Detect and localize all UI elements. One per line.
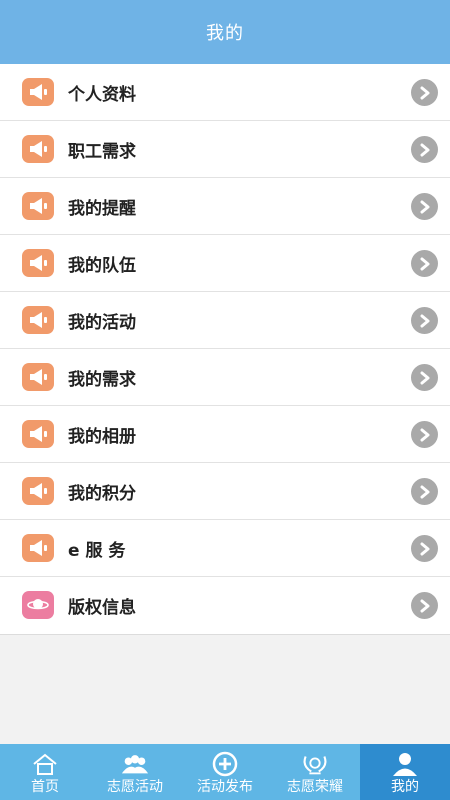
megaphone-icon [22,192,54,220]
bottom-tab-bar: 首页 志愿活动 活动发布 志愿荣耀 我的 [0,744,450,800]
megaphone-icon [22,249,54,277]
plus-circle-icon [210,751,240,777]
megaphone-icon [22,363,54,391]
laurel-icon [300,751,330,777]
tab-mine[interactable]: 我的 [360,744,450,800]
chevron-right-icon [411,307,438,334]
menu-item-label: e 服 务 [68,540,126,561]
crowd-icon [120,751,150,777]
chevron-right-icon [411,478,438,505]
page-title: 我的 [206,23,244,44]
menu-item-label: 职工需求 [68,141,136,162]
menu-item-needs[interactable]: 我的需求 [0,349,450,406]
menu-item-team[interactable]: 我的队伍 [0,235,450,292]
tab-publish-activity[interactable]: 活动发布 [180,744,270,800]
tab-home[interactable]: 首页 [0,744,90,800]
megaphone-icon [22,78,54,106]
menu-item-label: 我的积分 [68,483,136,504]
tab-label: 活动发布 [197,779,253,795]
menu-item-album[interactable]: 我的相册 [0,406,450,463]
chevron-right-icon [411,364,438,391]
menu-item-staff-needs[interactable]: 职工需求 [0,121,450,178]
menu-item-label: 版权信息 [68,598,136,618]
user-icon [390,751,420,777]
chevron-right-icon [411,136,438,163]
tab-label: 志愿荣耀 [287,779,343,795]
chevron-right-icon [411,592,438,619]
menu-item-activities[interactable]: 我的活动 [0,292,450,349]
menu-item-label: 我的相册 [68,426,136,447]
menu-item-points[interactable]: 我的积分 [0,463,450,520]
megaphone-icon [22,135,54,163]
planet-icon [22,591,54,619]
tab-volunteer-activities[interactable]: 志愿活动 [90,744,180,800]
tab-label: 首页 [31,779,59,795]
megaphone-icon [22,534,54,562]
tab-volunteer-honor[interactable]: 志愿荣耀 [270,744,360,800]
home-icon [30,751,60,777]
app-header: 我的 [0,0,450,64]
tab-label: 志愿活动 [107,779,163,795]
tab-label: 我的 [391,779,419,795]
chevron-right-icon [411,535,438,562]
chevron-right-icon [411,250,438,277]
menu-item-label: 我的需求 [68,369,136,390]
menu-item-label: 我的队伍 [68,255,136,276]
menu-list: 个人资料 职工需求 我的提醒 我的队伍 我的活动 我的需求 我的相册 我的积分 … [0,64,450,635]
megaphone-icon [22,477,54,505]
megaphone-icon [22,420,54,448]
menu-item-copyright[interactable]: 版权信息 [0,577,450,634]
megaphone-icon [22,306,54,334]
menu-item-e-service[interactable]: e 服 务 [0,520,450,577]
menu-item-label: 个人资料 [68,84,136,105]
menu-item-reminders[interactable]: 我的提醒 [0,178,450,235]
chevron-right-icon [411,193,438,220]
menu-item-label: 我的活动 [68,312,136,333]
menu-item-profile[interactable]: 个人资料 [0,64,450,121]
chevron-right-icon [411,79,438,106]
menu-item-label: 我的提醒 [68,198,136,219]
chevron-right-icon [411,421,438,448]
